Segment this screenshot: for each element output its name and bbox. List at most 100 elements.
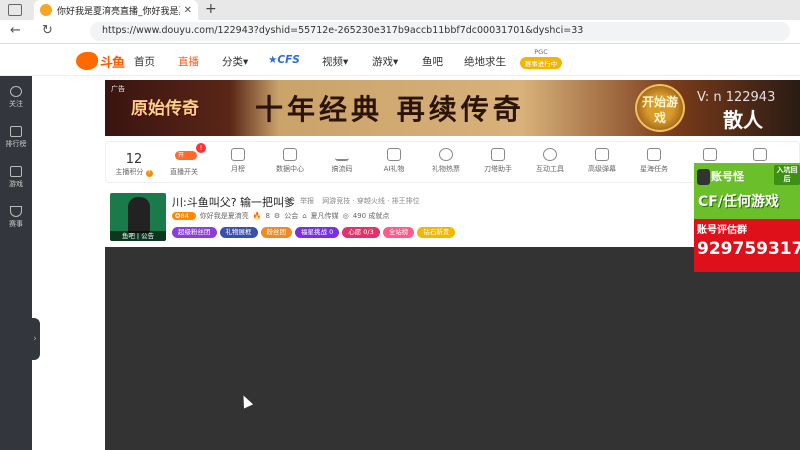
room-chip[interactable]: 粉丝团 <box>260 227 292 238</box>
tool-dota-helper[interactable]: 刀塔助手 <box>474 148 522 174</box>
streamer-avatar[interactable]: 鱼吧 | 公告 <box>110 193 166 241</box>
overlay-id-text: V: n 122943 <box>697 90 776 105</box>
level-badge: ✪84 <box>172 212 196 220</box>
tool-advanced-danmaku[interactable]: 高级弹幕 <box>578 148 626 174</box>
streamer-photo <box>128 197 150 233</box>
site-header: 斗鱼 首页 直播 分类▾ ★CFS 视频▾ 游戏▾ 鱼吧 绝地求生 PGC 赛事… <box>0 44 800 76</box>
trophy-icon <box>10 206 22 217</box>
room-chip[interactable]: 礼物展框 <box>219 227 258 238</box>
nav-video[interactable]: 视频▾ <box>322 54 348 69</box>
lock-icon <box>697 169 710 185</box>
room-chips: 超级粉丝团 礼物展框 粉丝团 福星挑战 0 心愿 0/3 全站榜 钻石新贵 <box>172 227 458 238</box>
nav-live[interactable]: 直播 <box>178 54 199 69</box>
tab-title: 你好我是夏淯亮直播_你好我是夏 <box>57 6 180 17</box>
new-tab-button[interactable]: + <box>205 1 217 17</box>
house-icon: ⌂ <box>302 212 307 220</box>
game-icon <box>10 166 22 177</box>
room-chip[interactable]: 钻石新贵 <box>417 227 456 238</box>
gift-icon <box>703 148 717 161</box>
room-chip[interactable]: 福星挑战 0 <box>295 227 340 238</box>
tool-stream-code[interactable]: 搞流码 <box>318 148 366 174</box>
nav-home[interactable]: 首页 <box>134 54 155 69</box>
douyu-logo[interactable]: 斗鱼 <box>76 50 125 72</box>
tool-data-center[interactable]: 数据中心 <box>266 148 314 174</box>
score-label: 主播积分 ? <box>114 167 154 177</box>
douyu-favicon-icon <box>40 4 52 16</box>
side-floating-ad[interactable]: 账号怪 入坑回后 CF/任何游戏 账号评估群 929759317 <box>694 163 800 272</box>
anchor-score[interactable]: 12 主播积分 ? <box>114 152 154 177</box>
wave-icon <box>335 148 349 161</box>
ad-icon <box>647 148 661 161</box>
banner-play-button[interactable]: 开始游戏 <box>635 84 685 132</box>
gift-box-icon <box>753 148 767 161</box>
sidebar-item-game[interactable]: 游戏 <box>0 166 32 189</box>
room-chip[interactable]: 全站榜 <box>382 227 415 238</box>
live-toggle-label: 直播开关 <box>170 168 198 176</box>
fish-logo-icon <box>76 52 98 70</box>
url-input[interactable]: https://www.douyu.com/122943?dyshid=5571… <box>90 22 790 41</box>
sidebar-item-rank[interactable]: 排行榜 <box>0 126 32 149</box>
sidebar-item-label: 排行榜 <box>5 140 27 148</box>
guild-icon: ⚙ <box>273 212 281 220</box>
rank-icon <box>10 126 22 137</box>
side-ad-qq: 929759317 <box>697 239 800 259</box>
report-link[interactable]: 举报 <box>300 197 314 205</box>
tool-more[interactable] <box>686 148 734 164</box>
sidebar-item-label: 游戏 <box>9 180 23 188</box>
window-menu-icon[interactable] <box>8 4 22 16</box>
heart-icon <box>10 86 22 97</box>
browser-tab[interactable]: 你好我是夏淯亮直播_你好我是夏 ✕ <box>34 0 198 20</box>
score-value: 12 <box>125 152 143 167</box>
address-bar: ← ↻ https://www.douyu.com/122943?dyshid=… <box>0 20 800 44</box>
guild-name[interactable]: 夏凡传媒 <box>311 211 339 221</box>
banner-game-name: 原始传奇 <box>131 99 199 119</box>
nav-game[interactable]: 游戏▾ <box>372 54 398 69</box>
back-icon[interactable]: ← <box>10 23 21 38</box>
chart-icon <box>283 148 297 161</box>
streamer-name[interactable]: 你好我是夏淯亮 <box>200 211 249 221</box>
tool-interaction[interactable]: 互动工具 <box>526 148 574 174</box>
video-player[interactable] <box>105 247 800 450</box>
tab-close-icon[interactable]: ✕ <box>184 5 192 16</box>
hot-icon: 🔥 <box>252 212 262 220</box>
room-tags: 举报 网游竞技 · 穿越火线 · 排王排位 <box>300 196 420 206</box>
side-ad-account: 账号怪 <box>711 170 744 183</box>
pgc-live-label: 赛事进行中 <box>520 57 562 69</box>
avatar-caption[interactable]: 鱼吧 | 公告 <box>110 231 166 241</box>
sidebar-collapse-button[interactable]: › <box>30 318 40 360</box>
side-ad-eval: 账号评估群 <box>697 225 747 236</box>
room-title: 川:斗鱼叫父? 输一把叫爹 <box>172 196 296 209</box>
sidebar-item-follow[interactable]: 关注 <box>0 86 32 109</box>
banner-right-text: 散人 <box>723 108 763 132</box>
guild-label: 公会 <box>284 212 299 220</box>
banner-ad[interactable]: 广告 原始传奇 十年经典 再续传奇 开始游戏 V: n 122943 散人 <box>105 80 800 136</box>
nav-pubg[interactable]: 绝地求生 <box>464 54 506 69</box>
browser-tabstrip: 你好我是夏淯亮直播_你好我是夏 ✕ + <box>0 0 800 20</box>
tool-gift-vote[interactable]: 礼物热票 <box>422 148 470 174</box>
keyboard-icon <box>595 148 609 161</box>
nav-fishbar[interactable]: 鱼吧 <box>422 54 443 69</box>
left-sidebar: 关注 排行榜 游戏 赛事 <box>0 76 32 450</box>
achievement-value: 490 成就点 <box>352 212 390 220</box>
alert-badge: ! <box>196 143 206 153</box>
nav-category[interactable]: 分类▾ <box>222 54 248 69</box>
pgc-badge[interactable]: PGC 赛事进行中 <box>520 48 562 72</box>
sidebar-item-label: 关注 <box>9 100 23 108</box>
ai-icon <box>387 148 401 161</box>
room-chip[interactable]: 超级粉丝团 <box>172 227 217 238</box>
help-icon: ? <box>145 170 153 177</box>
live-toggle[interactable]: 开 <box>175 151 197 160</box>
tool-monthly-rank[interactable]: 月榜 <box>214 148 262 174</box>
sidebar-item-match[interactable]: 赛事 <box>0 206 32 229</box>
category-tags[interactable]: 网游竞技 · 穿越火线 · 排王排位 <box>322 197 419 205</box>
chevron-right-icon: › <box>33 334 37 344</box>
room-chip[interactable]: 心愿 0/3 <box>342 227 380 238</box>
tool-gift[interactable] <box>736 148 784 164</box>
tool-ai-gift[interactable]: AI礼物 <box>370 148 418 174</box>
interaction-icon <box>543 148 557 161</box>
nav-cfs[interactable]: ★CFS <box>268 54 300 66</box>
reload-icon[interactable]: ↻ <box>42 23 53 38</box>
tool-star-task[interactable]: 星海任务 <box>630 148 678 174</box>
sidebar-item-label: 赛事 <box>9 220 23 228</box>
achievement-icon: ◎ <box>342 212 349 220</box>
